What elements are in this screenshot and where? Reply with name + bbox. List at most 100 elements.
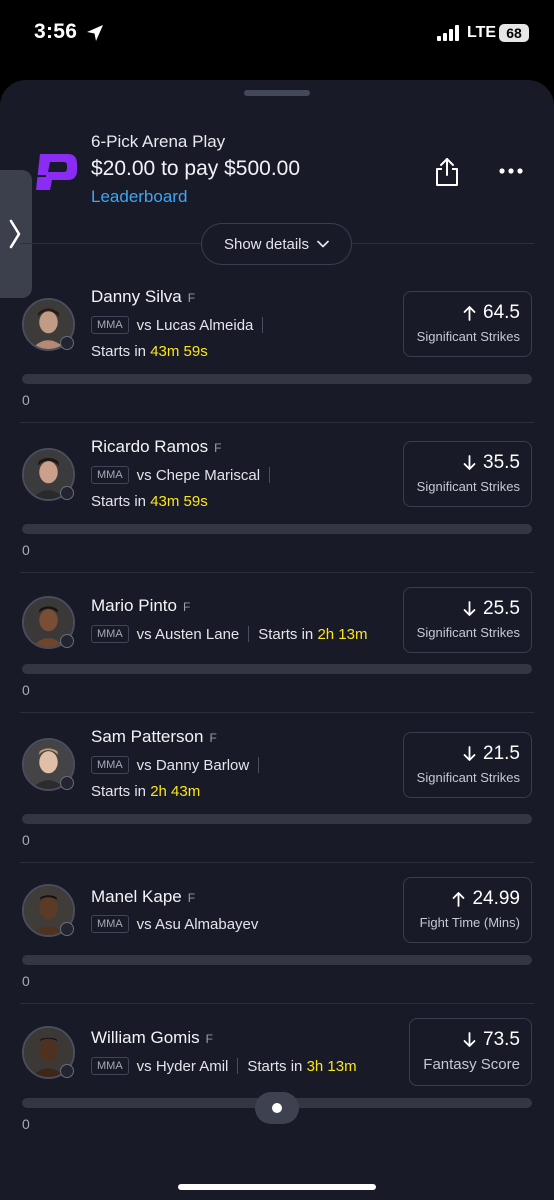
progress-value: 0	[22, 973, 30, 989]
pick-meta: MMA vs Chepe Mariscal	[91, 466, 279, 484]
projection-box[interactable]: 73.5 Fantasy Score	[409, 1018, 532, 1086]
start-time: Starts in 2h 43m	[91, 783, 200, 800]
side-panel-tab[interactable]	[0, 170, 32, 298]
arrow-down-icon	[463, 455, 476, 470]
league-badge-icon	[60, 486, 74, 500]
starts-time: 2h 43m	[150, 783, 201, 800]
progress-value: 0	[22, 542, 30, 558]
row-divider	[20, 422, 534, 423]
projection-box[interactable]: 24.99 Fight Time (Mins)	[403, 877, 532, 943]
row-divider	[20, 862, 534, 863]
progress-value: 0	[22, 1116, 30, 1132]
pick-meta: MMA vs Austen Lane Starts in 2h 13m	[91, 625, 368, 643]
projection-box[interactable]: 21.5 Significant Strikes	[403, 732, 532, 798]
start-time: Starts in 43m 59s	[91, 493, 208, 510]
pick-meta: MMA vs Lucas Almeida	[91, 316, 272, 334]
projection-stat: Significant Strikes	[416, 625, 520, 640]
player-position: F	[187, 891, 196, 905]
player-position: F	[187, 291, 196, 305]
player-name: William Gomis	[91, 1028, 200, 1047]
league-tag: MMA	[91, 625, 129, 643]
player-name-row: Mario Pinto F	[91, 596, 190, 616]
player-position: F	[205, 1032, 213, 1046]
progress-bar	[22, 664, 532, 674]
player-position: F	[182, 600, 191, 614]
league-badge-icon	[60, 1064, 74, 1078]
chevron-right-icon	[9, 219, 21, 249]
player-position: F	[209, 731, 217, 745]
arrow-down-icon	[463, 601, 476, 616]
pick-meta: MMA vs Hyder Amil Starts in 3h 13m	[91, 1057, 357, 1075]
progress-value: 0	[22, 392, 30, 408]
opponent: vs Lucas Almeida	[136, 316, 254, 334]
scroll-handle[interactable]	[255, 1092, 299, 1124]
opponent: vs Asu Almabayev	[136, 915, 259, 933]
projection-stat: Significant Strikes	[416, 329, 520, 344]
projection-stat: Significant Strikes	[416, 479, 520, 494]
show-details-label: Show details	[223, 235, 310, 253]
arrow-up-icon	[463, 306, 476, 321]
starts-time: 3h 13m	[306, 1057, 357, 1075]
meta-separator	[258, 757, 260, 773]
projection-line: 21.5	[483, 743, 520, 764]
meta-separator	[269, 467, 271, 483]
leaderboard-link[interactable]: Leaderboard	[91, 187, 187, 207]
league-tag: MMA	[91, 756, 129, 774]
player-name-row: Ricardo Ramos F	[91, 437, 222, 457]
home-indicator[interactable]	[178, 1184, 376, 1190]
league-tag: MMA	[91, 466, 129, 484]
projection-box[interactable]: 35.5 Significant Strikes	[403, 441, 532, 507]
starts-time: 43m 59s	[150, 493, 208, 510]
more-options-icon[interactable]	[498, 167, 524, 175]
projection-box[interactable]: 25.5 Significant Strikes	[403, 587, 532, 653]
projection-line: 73.5	[483, 1029, 520, 1050]
player-name-row: William Gomis F	[91, 1028, 213, 1048]
projection-line: 35.5	[483, 452, 520, 473]
league-tag: MMA	[91, 1057, 129, 1075]
start-time: Starts in 43m 59s	[91, 343, 208, 360]
arrow-down-icon	[463, 1032, 476, 1047]
share-icon[interactable]	[434, 157, 460, 187]
league-badge-icon	[60, 776, 74, 790]
player-position: F	[214, 441, 222, 455]
opponent: vs Austen Lane	[136, 625, 240, 643]
brand-logo-icon	[34, 154, 77, 190]
starts-label: Starts in	[258, 625, 314, 643]
sheet-grabber[interactable]	[244, 90, 310, 96]
projection-stat: Fantasy Score	[423, 1056, 520, 1073]
projection-line: 64.5	[483, 302, 520, 323]
projection-stat: Significant Strikes	[416, 770, 520, 785]
progress-bar	[22, 955, 532, 965]
projection-box[interactable]: 64.5 Significant Strikes	[403, 291, 532, 357]
entry-payout: $20.00 to pay $500.00	[91, 157, 301, 180]
opponent: vs Hyder Amil	[136, 1057, 229, 1075]
pick-meta: MMA vs Danny Barlow	[91, 756, 268, 774]
progress-bar	[22, 524, 532, 534]
network-label: LTE	[467, 24, 497, 41]
player-name: Danny Silva	[91, 287, 182, 306]
meta-separator	[248, 626, 250, 642]
player-name: Mario Pinto	[91, 596, 177, 615]
show-details-button[interactable]: Show details	[201, 223, 352, 265]
pick-meta: MMA vs Asu Almabayev	[91, 915, 258, 933]
chevron-down-icon	[317, 240, 329, 248]
arrow-up-icon	[453, 892, 465, 907]
row-divider	[20, 712, 534, 713]
opponent: vs Danny Barlow	[136, 756, 250, 774]
progress-bar	[22, 814, 532, 824]
entry-title: 6-Pick Arena Play	[91, 132, 226, 151]
projection-line: 25.5	[483, 598, 520, 619]
player-name-row: Danny Silva F	[91, 287, 195, 307]
progress-bar	[22, 374, 532, 384]
row-divider	[20, 572, 534, 573]
status-bar: 3:56 LTE 68	[0, 0, 554, 68]
arrow-down-icon	[463, 746, 476, 761]
player-name: Sam Patterson	[91, 727, 204, 746]
player-name: Ricardo Ramos	[91, 437, 209, 456]
league-badge-icon	[60, 336, 74, 350]
starts-label: Starts in	[247, 1057, 303, 1075]
progress-value: 0	[22, 682, 30, 698]
row-divider	[20, 1003, 534, 1004]
league-badge-icon	[60, 922, 74, 936]
player-name-row: Sam Patterson F	[91, 727, 217, 747]
